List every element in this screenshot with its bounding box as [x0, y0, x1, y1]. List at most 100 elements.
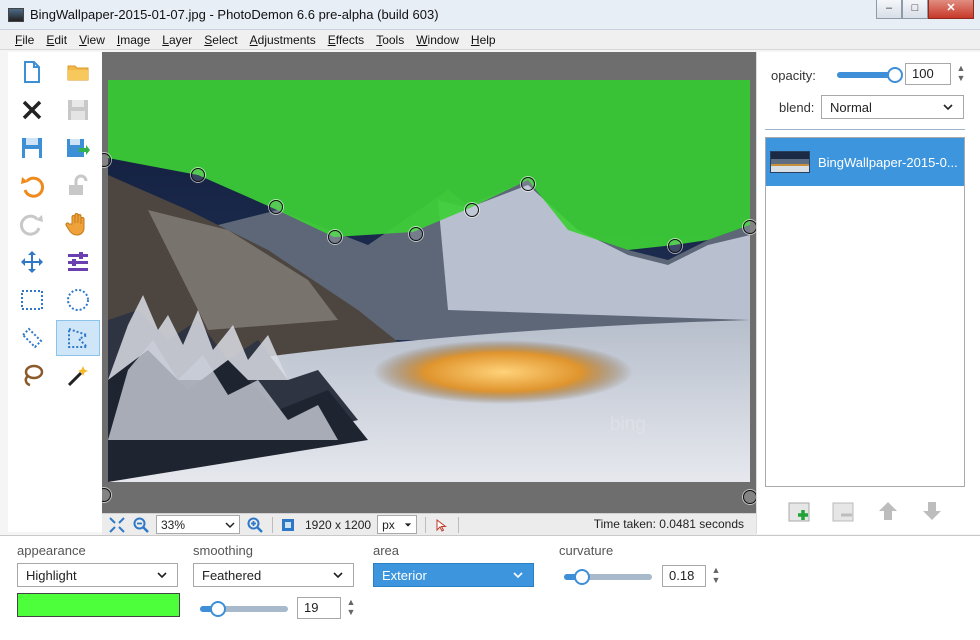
layer-options-button[interactable]	[56, 244, 100, 280]
polygon-vertex-handle[interactable]	[191, 168, 205, 182]
bing-watermark: bing	[610, 414, 646, 435]
curvature-spinner[interactable]: ▲ ▼	[710, 565, 722, 587]
menu-select[interactable]: Select	[198, 30, 243, 49]
smoothing-select[interactable]: Feathered	[193, 563, 354, 587]
opacity-spinner[interactable]: ▲ ▼	[955, 63, 967, 85]
export-button[interactable]	[56, 130, 100, 166]
menu-edit[interactable]: Edit	[40, 30, 73, 49]
unit-value: px	[382, 517, 395, 532]
open-button[interactable]	[56, 54, 100, 90]
curvature-slider[interactable]	[564, 569, 652, 585]
feather-slider[interactable]	[200, 601, 288, 617]
hand-tool-button[interactable]	[56, 206, 100, 242]
polygon-vertex-handle[interactable]	[328, 230, 342, 244]
zoom-select[interactable]: 33%	[156, 515, 240, 534]
rect-select-button[interactable]	[10, 282, 54, 318]
lasso-select-button[interactable]	[10, 358, 54, 394]
menu-window[interactable]: Window	[410, 30, 465, 49]
polygon-vertex-handle[interactable]	[465, 203, 479, 217]
area-label: area	[373, 543, 400, 558]
save-button[interactable]	[56, 92, 100, 128]
menu-tools[interactable]: Tools	[370, 30, 410, 49]
menu-effects[interactable]: Effects	[322, 30, 370, 49]
zoom-value: 33%	[161, 517, 186, 532]
magic-wand-button[interactable]	[56, 358, 100, 394]
rect-select-icon	[21, 290, 43, 310]
fit-to-screen-button[interactable]	[108, 516, 126, 534]
feather-input[interactable]: 19	[297, 597, 341, 619]
new-file-button[interactable]	[10, 54, 54, 90]
line-select-icon	[21, 327, 43, 349]
lasso-select-icon	[24, 364, 44, 387]
time-taken: Time taken: 0.0481 seconds	[593, 517, 744, 531]
close-window-button[interactable]: ✕	[928, 0, 974, 19]
save-as-button[interactable]	[10, 130, 54, 166]
fit-screen-icon	[109, 516, 125, 533]
title-bar: BingWallpaper-2015-01-07.jpg - PhotoDemo…	[0, 0, 980, 30]
appearance-label: appearance	[17, 543, 86, 558]
menu-layer[interactable]: Layer	[156, 30, 198, 49]
unit-select[interactable]: px	[377, 515, 418, 534]
zoom-in-button[interactable]	[246, 516, 264, 534]
move-layer-down-button[interactable]	[919, 498, 945, 524]
image-photo: bing	[108, 80, 750, 482]
separator	[272, 516, 273, 533]
polygon-vertex-handle[interactable]	[668, 239, 682, 253]
blend-select[interactable]: Normal	[821, 95, 964, 119]
feather-spinner[interactable]: ▲ ▼	[345, 597, 357, 619]
opacity-input[interactable]: 100	[905, 63, 951, 85]
image-canvas[interactable]: bing	[102, 52, 756, 514]
new-file-icon	[24, 61, 40, 83]
menu-view[interactable]: View	[73, 30, 111, 49]
feather-slider-knob[interactable]	[210, 601, 226, 617]
chevron-down-icon	[513, 572, 523, 579]
ellipse-select-button[interactable]	[56, 282, 100, 318]
opacity-label: opacity:	[771, 68, 816, 83]
image-size-icon-wrap	[279, 516, 297, 534]
highlight-color-swatch[interactable]	[17, 593, 180, 617]
chevron-down-icon	[404, 522, 412, 527]
polygon-vertex-handle[interactable]	[269, 200, 283, 214]
arrow-up-icon	[879, 502, 897, 520]
curvature-input[interactable]: 0.18	[662, 565, 706, 587]
undo-icon	[21, 176, 45, 198]
line-select-button[interactable]	[10, 320, 54, 356]
minimize-button[interactable]: –	[876, 0, 902, 19]
save-icon	[68, 100, 88, 120]
menu-help[interactable]: Help	[465, 30, 502, 49]
redo-button[interactable]	[10, 206, 54, 242]
menu-file[interactable]: File	[9, 30, 40, 49]
separator	[425, 516, 427, 533]
opacity-slider[interactable]	[837, 67, 903, 83]
area-select[interactable]: Exterior	[373, 563, 534, 587]
polygon-vertex-handle[interactable]	[521, 177, 535, 191]
move-tool-button[interactable]	[10, 244, 54, 280]
undo-button[interactable]	[10, 168, 54, 204]
curvature-slider-knob[interactable]	[574, 569, 590, 585]
maximize-button[interactable]: □	[902, 0, 928, 19]
opacity-slider-knob[interactable]	[887, 67, 903, 83]
menu-image[interactable]: Image	[111, 30, 156, 49]
revert-button[interactable]	[56, 168, 100, 204]
add-layer-icon	[788, 502, 810, 522]
blend-value: Normal	[830, 99, 872, 115]
export-icon	[67, 139, 90, 157]
move-icon	[21, 251, 43, 273]
chevron-down-icon	[943, 104, 953, 111]
layer-list: BingWallpaper-2015-0...	[765, 137, 965, 487]
polygon-vertex-handle[interactable]	[743, 490, 756, 504]
polygon-vertex-handle[interactable]	[102, 488, 111, 502]
delete-layer-button[interactable]	[831, 498, 857, 524]
add-layer-button[interactable]	[787, 498, 813, 524]
close-image-button[interactable]	[10, 92, 54, 128]
menu-bar: File Edit View Image Layer Select Adjust…	[0, 30, 980, 50]
appearance-select[interactable]: Highlight	[17, 563, 178, 587]
zoom-out-button[interactable]	[132, 516, 150, 534]
zoom-out-icon	[133, 517, 149, 533]
move-layer-up-button[interactable]	[875, 498, 901, 524]
polygon-select-button[interactable]	[56, 320, 100, 356]
layer-item[interactable]: BingWallpaper-2015-0...	[766, 138, 964, 186]
polygon-vertex-handle[interactable]	[743, 220, 756, 234]
menu-adjustments[interactable]: Adjustments	[244, 30, 322, 49]
polygon-vertex-handle[interactable]	[409, 227, 423, 241]
